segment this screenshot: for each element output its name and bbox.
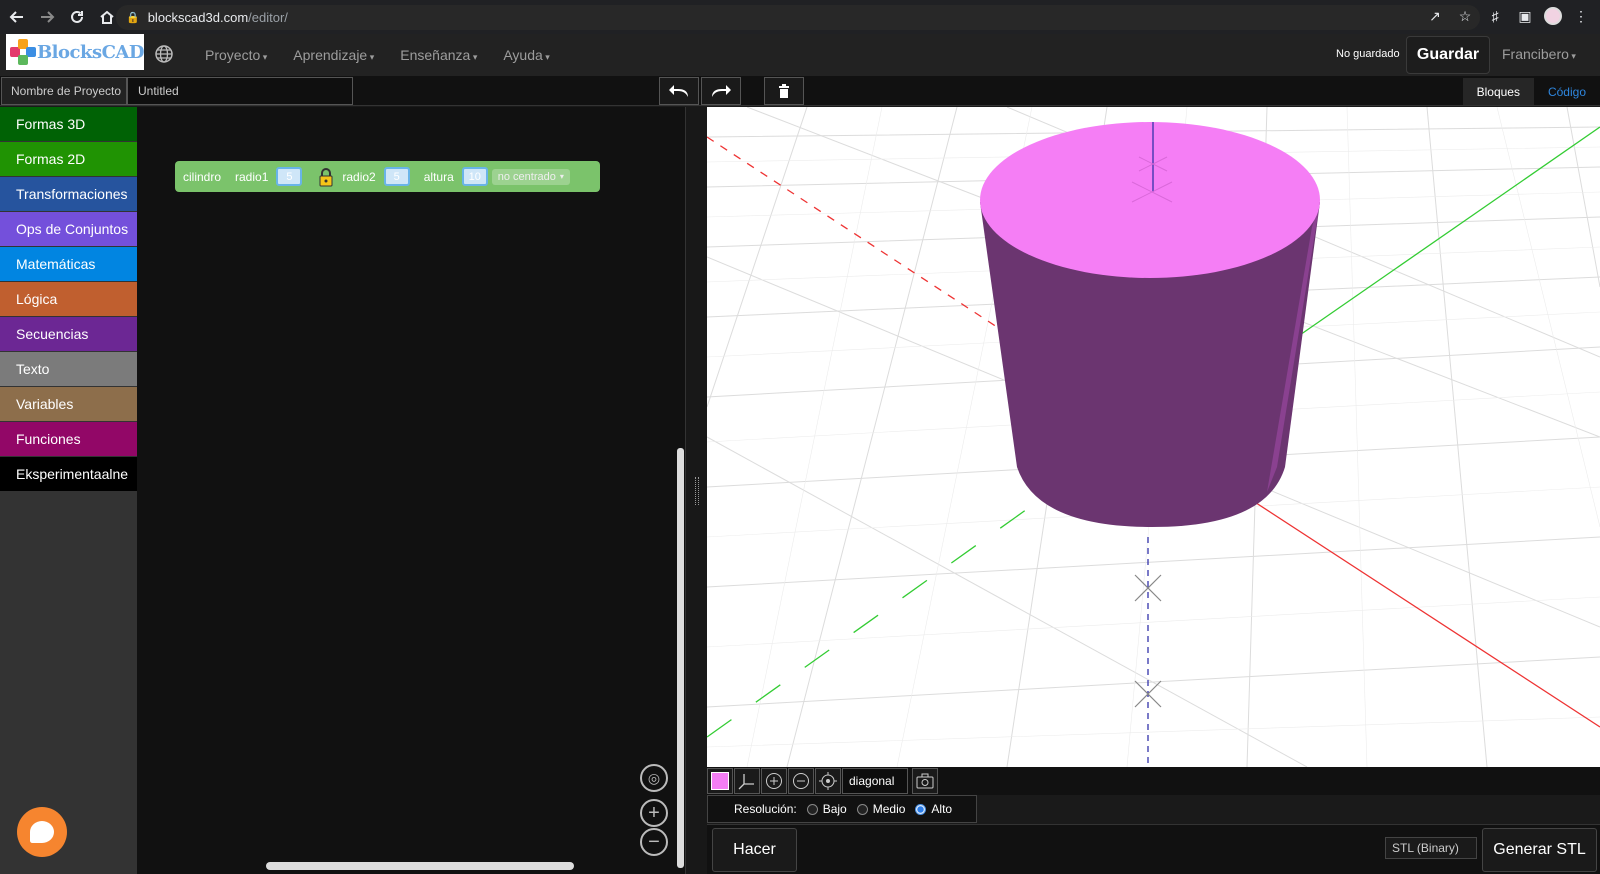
resolution-bajo-label: Bajo — [822, 802, 847, 816]
axes-toggle-icon[interactable] — [734, 768, 760, 794]
back-icon[interactable] — [4, 4, 30, 30]
kebab-menu-icon[interactable]: ⋮ — [1570, 5, 1592, 27]
undo-icon — [669, 85, 688, 97]
main-menu: Proyecto Aprendizaje Enseñanza Ayuda — [205, 34, 550, 76]
screenshot-camera-icon[interactable] — [912, 768, 938, 794]
resolution-medio[interactable]: Medio — [856, 802, 906, 816]
bookmark-star-icon[interactable]: ☆ — [1454, 5, 1476, 27]
category-transformaciones[interactable]: Transformaciones — [0, 177, 137, 211]
undo-button[interactable] — [659, 77, 699, 105]
menu-ayuda[interactable]: Ayuda — [503, 47, 549, 63]
3d-viewer[interactable] — [707, 107, 1600, 767]
logo-mark-icon — [10, 39, 36, 65]
generate-stl-button[interactable]: Generar STL — [1482, 828, 1597, 872]
viewer-zoom-out-icon[interactable] — [788, 768, 814, 794]
profile-avatar[interactable] — [1544, 7, 1562, 25]
extensions-icon[interactable]: ♯ — [1484, 5, 1506, 27]
save-button[interactable]: Guardar — [1406, 36, 1490, 74]
height-input[interactable]: 10 — [461, 167, 488, 186]
category-texto[interactable]: Texto — [0, 352, 137, 386]
trash-icon — [779, 84, 789, 98]
url-domain: blockscad3d.com — [147, 10, 249, 25]
render-toolbar: Hacer STL (Binary) Generar STL — [707, 824, 1600, 874]
forward-icon[interactable] — [34, 4, 60, 30]
resolution-alto[interactable]: Alto — [915, 802, 952, 816]
lock-icon: 🔒 — [126, 12, 140, 24]
project-toolbar: Nombre de Proyecto Untitled Bloques Códi… — [0, 76, 1600, 106]
user-menu[interactable]: Francibero — [1502, 46, 1576, 62]
workspace-vertical-scrollbar[interactable] — [677, 448, 684, 868]
workspace-horizontal-scrollbar[interactable] — [266, 862, 574, 870]
menu-aprendizaje[interactable]: Aprendizaje — [293, 47, 374, 63]
share-icon[interactable]: ↗ — [1424, 5, 1446, 27]
color-swatch — [711, 772, 729, 790]
radio1-label: radio1 — [235, 169, 269, 184]
radio-medio[interactable] — [856, 803, 868, 815]
resolution-label: Resolución: — [734, 802, 797, 816]
resolution-medio-label: Medio — [872, 802, 906, 816]
category-logica[interactable]: Lógica — [0, 282, 137, 316]
radio-alto[interactable] — [915, 803, 927, 815]
category-funciones[interactable]: Funciones — [0, 422, 137, 456]
radio2-input[interactable]: 5 — [383, 167, 410, 186]
browser-toolbar: 🔒 blockscad3d.com/editor/ ↗ ☆ ♯ ▣ ⋮ — [0, 0, 1600, 34]
viewer-recenter-icon[interactable] — [815, 768, 841, 794]
zoom-out-icon[interactable]: − — [640, 828, 668, 856]
category-matematicas[interactable]: Matemáticas — [0, 247, 137, 281]
sidepanel-icon[interactable]: ▣ — [1514, 5, 1536, 27]
lock-icon[interactable] — [316, 167, 336, 187]
viewer-toolbar: diagonal — [707, 767, 1600, 795]
logo-text: BlocksCAD — [36, 41, 145, 63]
resolution-panel: Resolución: Bajo Medio Alto — [707, 795, 977, 823]
height-label: altura — [423, 169, 454, 184]
pane-splitter[interactable] — [685, 107, 707, 874]
chat-widget-button[interactable] — [17, 807, 67, 857]
category-secuencias[interactable]: Secuencias — [0, 317, 137, 351]
resolution-alto-label: Alto — [931, 802, 953, 816]
trash-button[interactable] — [764, 77, 804, 105]
recenter-icon[interactable]: ◎ — [640, 764, 668, 792]
project-name-input[interactable]: Untitled — [127, 77, 353, 105]
radio2-label: radio2 — [342, 169, 376, 184]
reload-icon[interactable] — [64, 4, 90, 30]
render-button[interactable]: Hacer — [712, 828, 797, 872]
redo-button[interactable] — [701, 77, 741, 105]
tab-bloques[interactable]: Bloques — [1462, 78, 1534, 105]
chat-icon — [30, 821, 54, 843]
color-picker-button[interactable] — [707, 768, 733, 794]
splitter-grip-icon — [695, 477, 699, 505]
block-workspace[interactable] — [137, 107, 685, 874]
save-status: No guardado — [1336, 48, 1400, 60]
cylinder-block[interactable]: cilindro radio1 5 radio2 5 altura 10 no … — [175, 161, 600, 192]
category-variables[interactable]: Variables — [0, 387, 137, 421]
view-mode-select[interactable]: diagonal — [842, 768, 908, 794]
radio1-input[interactable]: 5 — [276, 167, 303, 186]
zoom-in-icon[interactable]: + — [640, 799, 668, 827]
menu-proyecto[interactable]: Proyecto — [205, 47, 267, 63]
url-path: /editor/ — [248, 10, 288, 25]
tab-codigo[interactable]: Código — [1534, 78, 1600, 105]
category-ops-conjuntos[interactable]: Ops de Conjuntos — [0, 212, 137, 246]
resolution-bajo[interactable]: Bajo — [806, 802, 847, 816]
viewer-zoom-in-icon[interactable] — [761, 768, 787, 794]
address-bar[interactable]: 🔒 blockscad3d.com/editor/ — [116, 5, 1480, 30]
category-eksperimentaalne[interactable]: Eksperimentaalne — [0, 457, 137, 491]
globe-icon[interactable] — [154, 44, 176, 66]
radio-bajo[interactable] — [806, 803, 818, 815]
project-name-label: Nombre de Proyecto — [1, 77, 127, 105]
center-dropdown[interactable]: no centrado — [491, 168, 570, 185]
block-category-sidebar: Formas 3D Formas 2D Transformaciones Ops… — [0, 107, 137, 874]
app-navbar: BlocksCAD Proyecto Aprendizaje Enseñanza… — [0, 34, 1600, 76]
3d-scene — [707, 107, 1600, 767]
redo-icon — [712, 85, 731, 97]
blockscad-logo[interactable]: BlocksCAD — [6, 34, 145, 70]
category-formas-2d[interactable]: Formas 2D — [0, 142, 137, 176]
category-formas-3d[interactable]: Formas 3D — [0, 107, 137, 141]
menu-ensenanza[interactable]: Enseñanza — [400, 47, 477, 63]
block-name: cilindro — [183, 169, 222, 184]
export-format-select[interactable]: STL (Binary) — [1385, 837, 1477, 859]
